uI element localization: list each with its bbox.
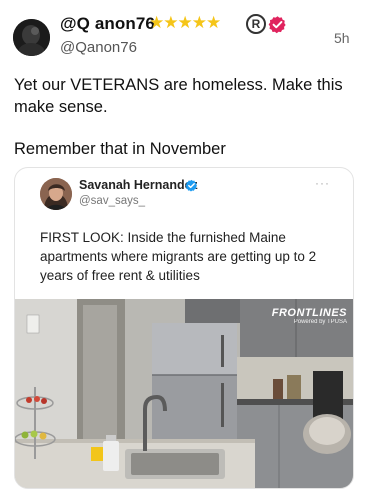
registered-icon: R (246, 14, 266, 34)
quoted-tweet-card[interactable]: Savanah Hernandez @sav_says_ ··· FIRST L… (14, 167, 354, 489)
avatar[interactable] (13, 19, 50, 56)
watermark-title: FRONTLINES (271, 307, 347, 319)
kitchen-photo[interactable]: FRONTLINES Powered by TPUSA (15, 299, 353, 488)
verified-icon (185, 179, 198, 192)
verified-badge-icon (268, 16, 286, 34)
tweet-text-line: Yet our VETERANS are homeless. Make this… (14, 76, 343, 116)
watermark-logo: FRONTLINES Powered by TPUSA (272, 307, 347, 325)
display-name[interactable]: @Q anon76 (60, 14, 155, 34)
quoted-display-name[interactable]: Savanah Hernandez (79, 178, 198, 192)
more-options-icon[interactable]: ··· (315, 176, 330, 190)
tweet-text: Yet our VETERANS are homeless. Make this… (14, 74, 354, 160)
quoted-tweet-text: FIRST LOOK: Inside the furnished Maine a… (40, 230, 317, 283)
tweet-text-line: Remember that in November (14, 140, 226, 158)
quoted-handle[interactable]: @sav_says_ (79, 195, 145, 207)
watermark-subtitle: Powered by TPUSA (293, 319, 347, 325)
handle[interactable]: @Qanon76 (60, 39, 137, 56)
timestamp[interactable]: 5h (334, 30, 350, 46)
quoted-avatar[interactable] (40, 178, 72, 210)
stars-icon: ★★★★★ (149, 13, 221, 32)
